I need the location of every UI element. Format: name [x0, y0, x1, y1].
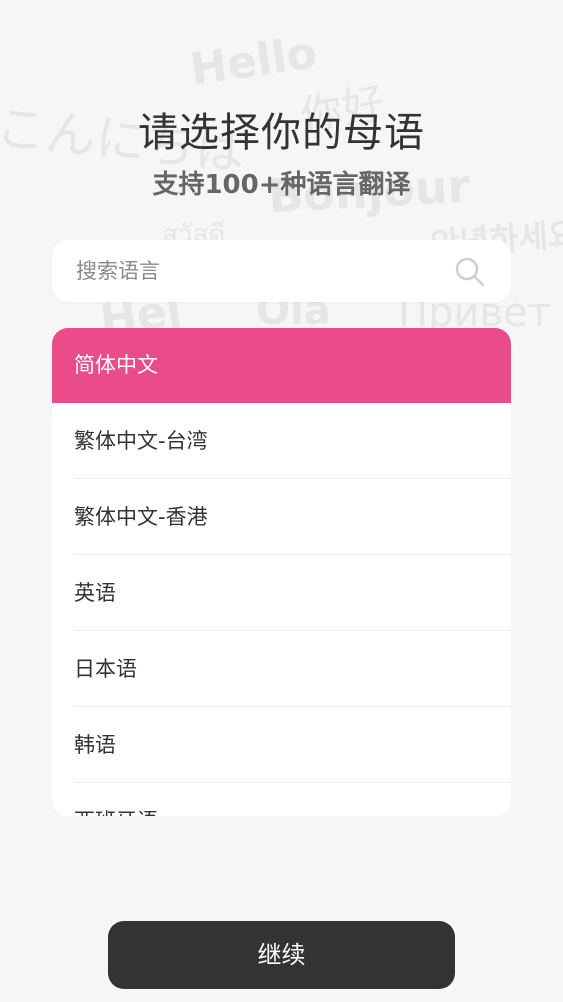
search-icon[interactable] — [454, 256, 486, 288]
continue-button[interactable]: 继续 — [108, 921, 455, 989]
language-list[interactable]: 简体中文 繁体中文-台湾 繁体中文-香港 英语 日本语 韩语 西班牙语 — [52, 328, 511, 816]
language-item-korean[interactable]: 韩语 — [52, 707, 511, 783]
bg-word-hello: Hello — [187, 27, 320, 96]
language-item-spanish[interactable]: 西班牙语 — [52, 783, 511, 816]
language-item-traditional-chinese-taiwan[interactable]: 繁体中文-台湾 — [52, 403, 511, 479]
page-title: 请选择你的母语 — [138, 110, 425, 156]
language-item-english[interactable]: 英语 — [52, 555, 511, 631]
language-item-japanese[interactable]: 日本语 — [52, 631, 511, 707]
page-subtitle: 支持100+种语言翻译 — [152, 170, 411, 200]
language-item-simplified-chinese[interactable]: 简体中文 — [52, 328, 511, 403]
language-item-traditional-chinese-hongkong[interactable]: 繁体中文-香港 — [52, 479, 511, 555]
search-box[interactable] — [52, 240, 511, 302]
search-input[interactable] — [76, 240, 446, 302]
